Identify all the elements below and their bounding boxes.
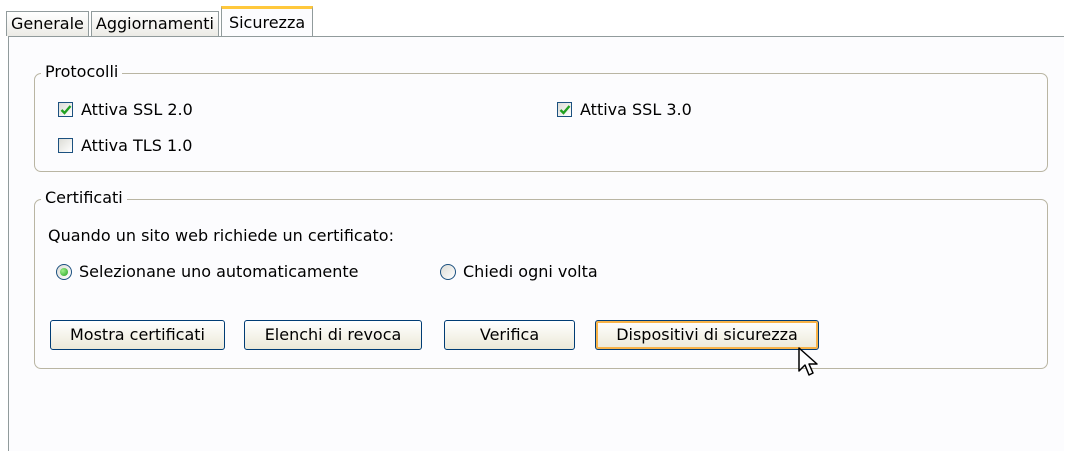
tls1-label: Attiva TLS 1.0 bbox=[81, 136, 193, 155]
ssl2-option[interactable]: Attiva SSL 2.0 bbox=[58, 100, 193, 119]
mouse-pointer-icon bbox=[798, 347, 818, 376]
tab-strip: Generale Aggiornamenti Sicurezza bbox=[6, 6, 315, 36]
show-certificates-button[interactable]: Mostra certificati bbox=[50, 320, 225, 350]
tab-generale[interactable]: Generale bbox=[6, 11, 89, 36]
certificate-prompt: Quando un sito web richiede un certifica… bbox=[48, 226, 394, 245]
tab-sicurezza[interactable]: Sicurezza bbox=[220, 6, 314, 36]
radio-auto-option[interactable]: Selezionane uno automaticamente bbox=[56, 262, 359, 281]
radio-ask-option[interactable]: Chiedi ogni volta bbox=[440, 262, 598, 281]
checkmark-icon bbox=[60, 105, 72, 115]
security-panel: Protocolli Attiva SSL 2.0 Attiva SSL 3.0… bbox=[8, 36, 1064, 451]
ssl3-checkbox[interactable] bbox=[557, 102, 572, 117]
tls1-checkbox[interactable] bbox=[58, 138, 73, 153]
verify-button[interactable]: Verifica bbox=[444, 320, 575, 350]
protocols-group: Protocolli Attiva SSL 2.0 Attiva SSL 3.0… bbox=[34, 62, 1048, 172]
radio-ask-label: Chiedi ogni volta bbox=[463, 262, 598, 281]
radio-auto[interactable] bbox=[56, 263, 72, 280]
certificates-group: Certificati Quando un sito web richiede … bbox=[34, 188, 1048, 369]
revocation-lists-button[interactable]: Elenchi di revoca bbox=[244, 320, 422, 350]
ssl2-checkbox[interactable] bbox=[58, 102, 73, 117]
certificates-legend: Certificati bbox=[41, 188, 127, 208]
tab-aggiornamenti[interactable]: Aggiornamenti bbox=[90, 11, 219, 36]
ssl2-label: Attiva SSL 2.0 bbox=[81, 100, 193, 119]
ssl3-option[interactable]: Attiva SSL 3.0 bbox=[557, 100, 692, 119]
tls1-option[interactable]: Attiva TLS 1.0 bbox=[58, 136, 192, 155]
radio-selected-dot bbox=[60, 267, 68, 276]
security-devices-button[interactable]: Dispositivi di sicurezza bbox=[595, 320, 819, 350]
radio-auto-label: Selezionane uno automaticamente bbox=[79, 262, 359, 281]
radio-ask[interactable] bbox=[440, 263, 456, 280]
protocols-legend: Protocolli bbox=[41, 62, 123, 82]
ssl3-label: Attiva SSL 3.0 bbox=[580, 100, 692, 119]
checkmark-icon bbox=[559, 105, 571, 115]
